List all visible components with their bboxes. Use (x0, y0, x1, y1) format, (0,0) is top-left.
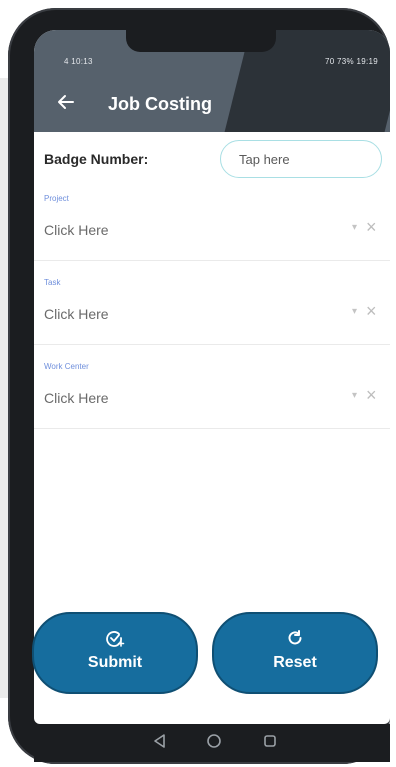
submit-button[interactable]: Submit (32, 612, 198, 694)
badge-number-input[interactable] (220, 140, 382, 178)
project-label: Project (44, 194, 69, 203)
submit-button-label: Submit (87, 654, 143, 671)
app-bar: 4 10:13 70 73% 19:19 Job Costing (34, 30, 390, 132)
camera-notch (126, 30, 276, 52)
status-bar-right: 70 73% 19:19 (325, 57, 378, 66)
project-field[interactable]: Project Click Here ▾ × (34, 188, 390, 261)
chevron-down-icon[interactable]: ▾ (352, 222, 357, 233)
work-center-field[interactable]: Work Center Click Here ▾ × (34, 356, 390, 429)
chevron-down-icon[interactable]: ▾ (352, 390, 357, 401)
check-circle-plus-icon (105, 628, 125, 648)
task-field[interactable]: Task Click Here ▾ × (34, 272, 390, 345)
chevron-down-icon[interactable]: ▾ (352, 306, 357, 317)
badge-number-row: Badge Number: (34, 138, 390, 182)
reset-button-label: Reset (273, 654, 317, 671)
work-center-label: Work Center (44, 362, 89, 371)
page-title: Job Costing (108, 94, 212, 114)
android-nav-bar (34, 724, 390, 762)
reset-button[interactable]: Reset (212, 612, 378, 694)
project-value[interactable]: Click Here (44, 222, 109, 238)
status-bar-left: 4 10:13 (64, 57, 93, 66)
close-icon[interactable]: × (366, 302, 377, 320)
refresh-icon (285, 628, 305, 648)
close-icon[interactable]: × (366, 386, 377, 404)
nav-back-icon[interactable] (152, 733, 168, 754)
nav-recent-icon[interactable] (262, 733, 278, 754)
close-icon[interactable]: × (366, 218, 377, 236)
work-center-value[interactable]: Click Here (44, 390, 109, 406)
task-value[interactable]: Click Here (44, 306, 109, 322)
back-arrow-icon[interactable] (56, 92, 76, 112)
badge-number-label: Badge Number: (44, 151, 149, 167)
task-label: Task (44, 278, 61, 287)
nav-home-icon[interactable] (206, 733, 222, 754)
